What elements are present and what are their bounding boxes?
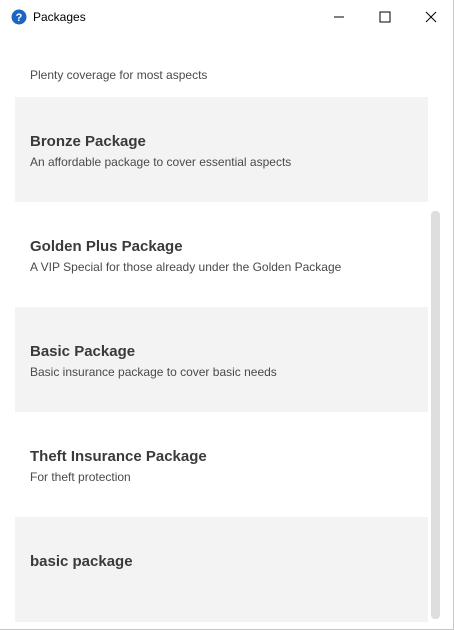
package-description: For theft protection xyxy=(30,470,131,484)
window-title: Packages xyxy=(33,10,86,24)
help-icon: ? xyxy=(11,9,27,25)
package-title: basic package xyxy=(30,553,133,570)
svg-text:?: ? xyxy=(16,12,23,24)
package-title: Bronze Package xyxy=(30,133,146,150)
package-description: Plenty coverage for most aspects xyxy=(30,68,208,82)
package-description: An affordable package to cover essential… xyxy=(30,155,292,169)
packages-window: ? Packages Plenty coverage for most aspe… xyxy=(0,0,454,630)
maximize-button[interactable] xyxy=(362,0,408,34)
package-item[interactable]: Basic Package Basic insurance package to… xyxy=(15,307,428,412)
package-title: Theft Insurance Package xyxy=(30,448,207,465)
package-title: Golden Plus Package xyxy=(30,238,183,255)
close-icon xyxy=(425,11,437,23)
package-description: Basic insurance package to cover basic n… xyxy=(30,365,277,379)
minimize-button[interactable] xyxy=(316,0,362,34)
package-list[interactable]: Plenty coverage for most aspects Bronze … xyxy=(0,34,453,628)
package-item[interactable]: Plenty coverage for most aspects xyxy=(15,34,428,97)
package-item[interactable]: basic package xyxy=(15,517,428,622)
maximize-icon xyxy=(379,11,391,23)
package-item[interactable]: Theft Insurance Package For theft protec… xyxy=(15,412,428,517)
package-item[interactable]: Bronze Package An affordable package to … xyxy=(15,97,428,202)
package-description: A VIP Special for those already under th… xyxy=(30,260,342,274)
package-title: Basic Package xyxy=(30,343,136,360)
package-item[interactable]: Golden Plus Package A VIP Special for th… xyxy=(15,202,428,307)
vertical-scrollbar[interactable] xyxy=(431,211,440,619)
title-bar[interactable]: ? Packages xyxy=(0,0,453,34)
minimize-icon xyxy=(334,16,344,18)
close-button[interactable] xyxy=(408,0,453,34)
